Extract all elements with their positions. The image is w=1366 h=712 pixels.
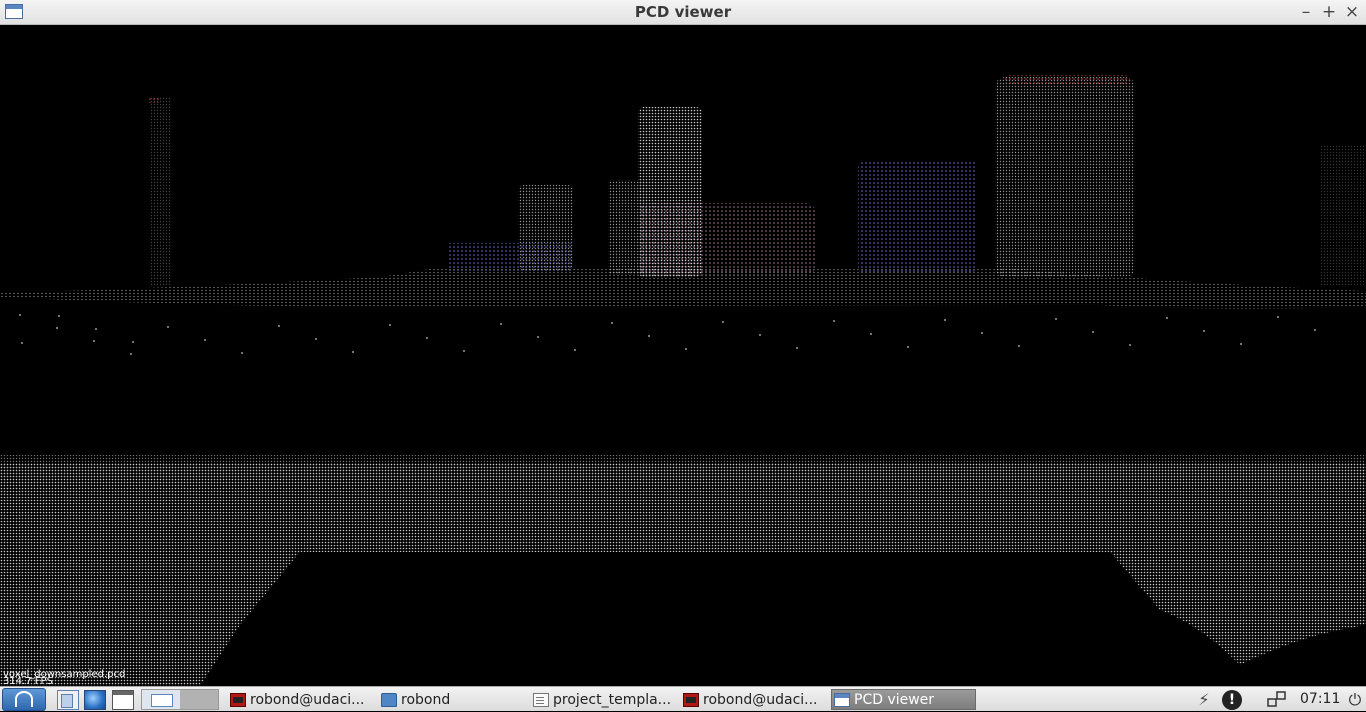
scatter-point	[95, 328, 97, 330]
scatter-point	[1166, 317, 1168, 319]
window-icon	[834, 692, 850, 707]
scatter-point	[426, 337, 428, 339]
scatter-point	[132, 341, 134, 343]
building-points	[448, 243, 573, 271]
show-desktop-icon[interactable]	[112, 690, 134, 710]
workspace-pager[interactable]	[141, 689, 219, 710]
scatter-point	[1277, 316, 1279, 318]
terminal-icon	[230, 692, 246, 707]
task-label: project_templa...	[553, 691, 672, 708]
near-ground-points	[0, 463, 1366, 686]
scatter-point	[130, 353, 132, 355]
scatter-point	[1314, 329, 1316, 331]
scatter-point	[907, 346, 909, 348]
scatter-point	[1240, 343, 1242, 345]
scatter-point	[500, 323, 502, 325]
minimize-button[interactable]: –	[1296, 1, 1316, 23]
curb-points	[0, 455, 1366, 485]
scatter-point	[759, 334, 761, 336]
scatter-point	[685, 348, 687, 350]
scatter-point	[204, 339, 206, 341]
task-folder-robond[interactable]: robond	[379, 689, 527, 710]
scatter-point	[1129, 344, 1131, 346]
workspace-2[interactable]	[180, 690, 218, 709]
building-roof-points	[1005, 75, 1130, 85]
building-points	[640, 203, 815, 275]
scatter-point	[463, 350, 465, 352]
network-icon[interactable]	[1267, 691, 1287, 708]
fps-overlay: 314.7 FPS	[3, 676, 53, 686]
scatter-point	[1092, 331, 1094, 333]
task-terminal-2[interactable]: robond@udaci...	[681, 689, 827, 710]
terminal-icon	[683, 692, 699, 707]
web-browser-icon[interactable]	[84, 690, 106, 710]
scatter-point	[981, 332, 983, 334]
scatter-point	[93, 340, 95, 342]
pole-top-points	[148, 97, 160, 103]
file-manager-icon[interactable]	[57, 690, 79, 710]
building-points	[995, 77, 1135, 277]
task-pcd-viewer[interactable]: PCD viewer	[831, 689, 976, 710]
alert-icon[interactable]: !	[1222, 690, 1242, 710]
building-points	[858, 160, 976, 273]
scatter-point	[315, 338, 317, 340]
scatter-point	[648, 335, 650, 337]
point-cloud-viewport[interactable]: voxel_downsampled.pcd 314.7 FPS	[0, 25, 1366, 686]
maximize-button[interactable]: +	[1319, 1, 1339, 23]
folder-icon	[381, 692, 397, 707]
point-cloud-canvas[interactable]	[0, 25, 1366, 686]
pole-points	[150, 97, 172, 287]
scatter-point	[241, 352, 243, 354]
scatter-point	[56, 327, 58, 329]
scatter-point	[278, 325, 280, 327]
scatter-point	[1018, 345, 1020, 347]
task-label: robond	[401, 691, 451, 708]
workspace-1[interactable]	[142, 690, 180, 709]
scatter-point	[722, 321, 724, 323]
scatter-point	[389, 324, 391, 326]
scatter-point	[19, 314, 21, 316]
close-button[interactable]: ×	[1342, 1, 1362, 23]
scatter-point	[1055, 318, 1057, 320]
clock[interactable]: 07:11	[1300, 689, 1340, 710]
distro-logo-icon	[15, 691, 33, 707]
scatter-point	[944, 319, 946, 321]
scatter-point	[796, 347, 798, 349]
task-project-template[interactable]: project_templa...	[531, 689, 677, 710]
scatter-point	[611, 322, 613, 324]
scatter-point	[21, 342, 23, 344]
scatter-point	[574, 349, 576, 351]
battery-power-icon[interactable]: ⚡	[1194, 690, 1214, 710]
task-label: PCD viewer	[854, 691, 935, 708]
scatter-point	[352, 351, 354, 353]
task-label: robond@udaci...	[703, 691, 818, 708]
window-titlebar[interactable]: PCD viewer – + ×	[0, 0, 1366, 25]
scatter-point	[58, 315, 60, 317]
window-title: PCD viewer	[634, 3, 732, 21]
text-document-icon	[533, 692, 549, 707]
shutdown-icon[interactable]: ⏻	[1345, 690, 1365, 710]
start-menu-button[interactable]	[2, 688, 46, 711]
scatter-point	[833, 320, 835, 322]
task-terminal-1[interactable]: robond@udaci...	[228, 689, 374, 710]
scatter-point	[870, 333, 872, 335]
taskbar: robond@udaci... robond project_templa...…	[0, 686, 1366, 711]
scatter-point	[537, 336, 539, 338]
scatter-point	[1203, 330, 1205, 332]
scatter-point	[167, 326, 169, 328]
building-points	[1320, 145, 1364, 285]
task-label: robond@udaci...	[250, 691, 365, 708]
